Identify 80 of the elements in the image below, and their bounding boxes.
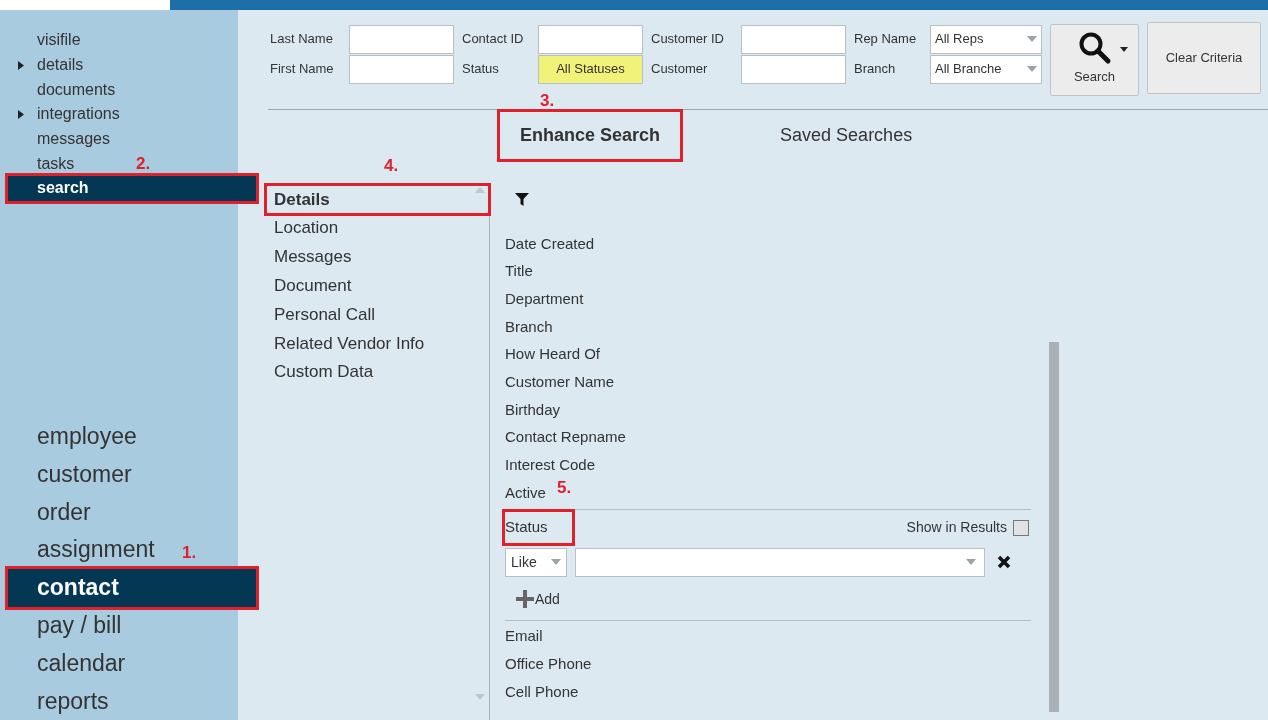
sidebar-item[interactable]: details [8, 52, 88, 78]
module-item[interactable]: calendar [8, 644, 130, 683]
module-item[interactable]: customer [8, 455, 136, 494]
category-item[interactable]: Personal Call [266, 300, 489, 329]
field-name[interactable]: Branch [505, 315, 553, 339]
expand-arrow-icon[interactable] [18, 109, 24, 119]
step-number: 4. [384, 155, 399, 177]
module-item[interactable]: contact [8, 568, 256, 607]
sidebar-item[interactable]: visifile [8, 28, 85, 53]
field-name[interactable]: Interest Code [505, 454, 596, 477]
search-button[interactable]: Search [1050, 24, 1139, 96]
category-item[interactable]: Details [266, 185, 489, 214]
category-item[interactable]: Location [266, 213, 489, 243]
field-name[interactable]: Status [505, 512, 572, 543]
text-field[interactable] [741, 24, 846, 54]
expand-arrow-icon[interactable] [18, 60, 24, 70]
field-name[interactable]: Birthday [505, 398, 561, 422]
module-item[interactable]: employee [8, 417, 141, 456]
text-field[interactable] [349, 24, 454, 54]
field-name[interactable]: Department [505, 287, 584, 311]
field-label: Status [462, 60, 500, 79]
module-item[interactable]: assignment [8, 531, 159, 569]
field-label: Customer [651, 60, 709, 79]
module-item[interactable]: order [8, 493, 95, 531]
sidebar-item[interactable]: search [8, 176, 256, 201]
show-in-results-checkbox[interactable] [1013, 519, 1029, 536]
field-name[interactable]: Title [505, 260, 533, 283]
category-item[interactable]: Messages [266, 242, 489, 272]
search-tab[interactable]: Saved Searches [760, 111, 933, 159]
step-number: 3. [540, 89, 555, 112]
field-name[interactable]: Customer Name [505, 371, 615, 394]
clear-criteria-button[interactable]: Clear Criteria [1147, 22, 1261, 94]
dropdown-caret-icon [551, 559, 561, 566]
field-name[interactable]: Contact Repname [505, 426, 626, 449]
module-item[interactable]: pay / bill [8, 606, 126, 645]
sidebar-item[interactable]: integrations [8, 102, 124, 127]
remove-icon[interactable] [997, 555, 1011, 570]
scroll-up-icon[interactable] [475, 187, 485, 193]
value-dropdown[interactable] [575, 547, 985, 577]
field-label: Rep Name [854, 30, 918, 49]
sidebar-item[interactable]: documents [8, 77, 120, 103]
category-item[interactable]: Document [266, 271, 489, 301]
add-button[interactable]: Add [515, 588, 560, 610]
show-in-results-label: Show in Results [906, 518, 1007, 538]
text-field[interactable] [349, 54, 454, 84]
sidebar-item[interactable]: messages [8, 126, 114, 152]
search-tab[interactable]: Enhance Search [500, 111, 681, 159]
dropdown-caret-icon [1027, 66, 1037, 72]
search-icon [1077, 31, 1112, 65]
category-item[interactable]: Related Vendor Info [266, 329, 489, 358]
dropdown-field[interactable]: All Branche [930, 54, 1042, 84]
field-label: First Name [270, 60, 335, 79]
field-name[interactable]: Email [505, 625, 543, 648]
field-name[interactable]: How Heard Of [505, 343, 601, 366]
module-item[interactable]: reports [8, 682, 113, 720]
dropdown-caret-icon [966, 559, 976, 566]
field-name[interactable]: Cell Phone [505, 680, 579, 704]
step-number: 5. [557, 477, 572, 500]
field-name[interactable]: Date Created [505, 232, 595, 256]
status-field[interactable]: All Statuses [538, 54, 643, 84]
scrollbar[interactable] [1049, 342, 1059, 712]
step-number: 2. [136, 153, 151, 176]
scroll-down-icon[interactable] [475, 694, 485, 700]
filter-icon[interactable] [515, 193, 529, 206]
sidebar-item[interactable]: tasks [8, 151, 79, 177]
field-label: Customer ID [651, 30, 725, 49]
step-number: 1. [182, 541, 197, 564]
category-item[interactable]: Custom Data [266, 357, 489, 387]
dropdown-field[interactable]: All Reps [930, 24, 1042, 54]
dropdown-caret-icon [1027, 36, 1037, 42]
text-field[interactable] [741, 54, 846, 84]
plus-icon [515, 589, 535, 610]
field-name[interactable]: Active [505, 481, 546, 505]
field-label: Last Name [270, 30, 334, 49]
operator-dropdown[interactable]: Like [505, 547, 567, 577]
text-field[interactable] [538, 24, 643, 54]
dropdown-caret-icon [1120, 47, 1128, 52]
field-label: Contact ID [462, 30, 525, 49]
field-name[interactable]: Office Phone [505, 652, 592, 676]
field-label: Branch [854, 60, 897, 79]
